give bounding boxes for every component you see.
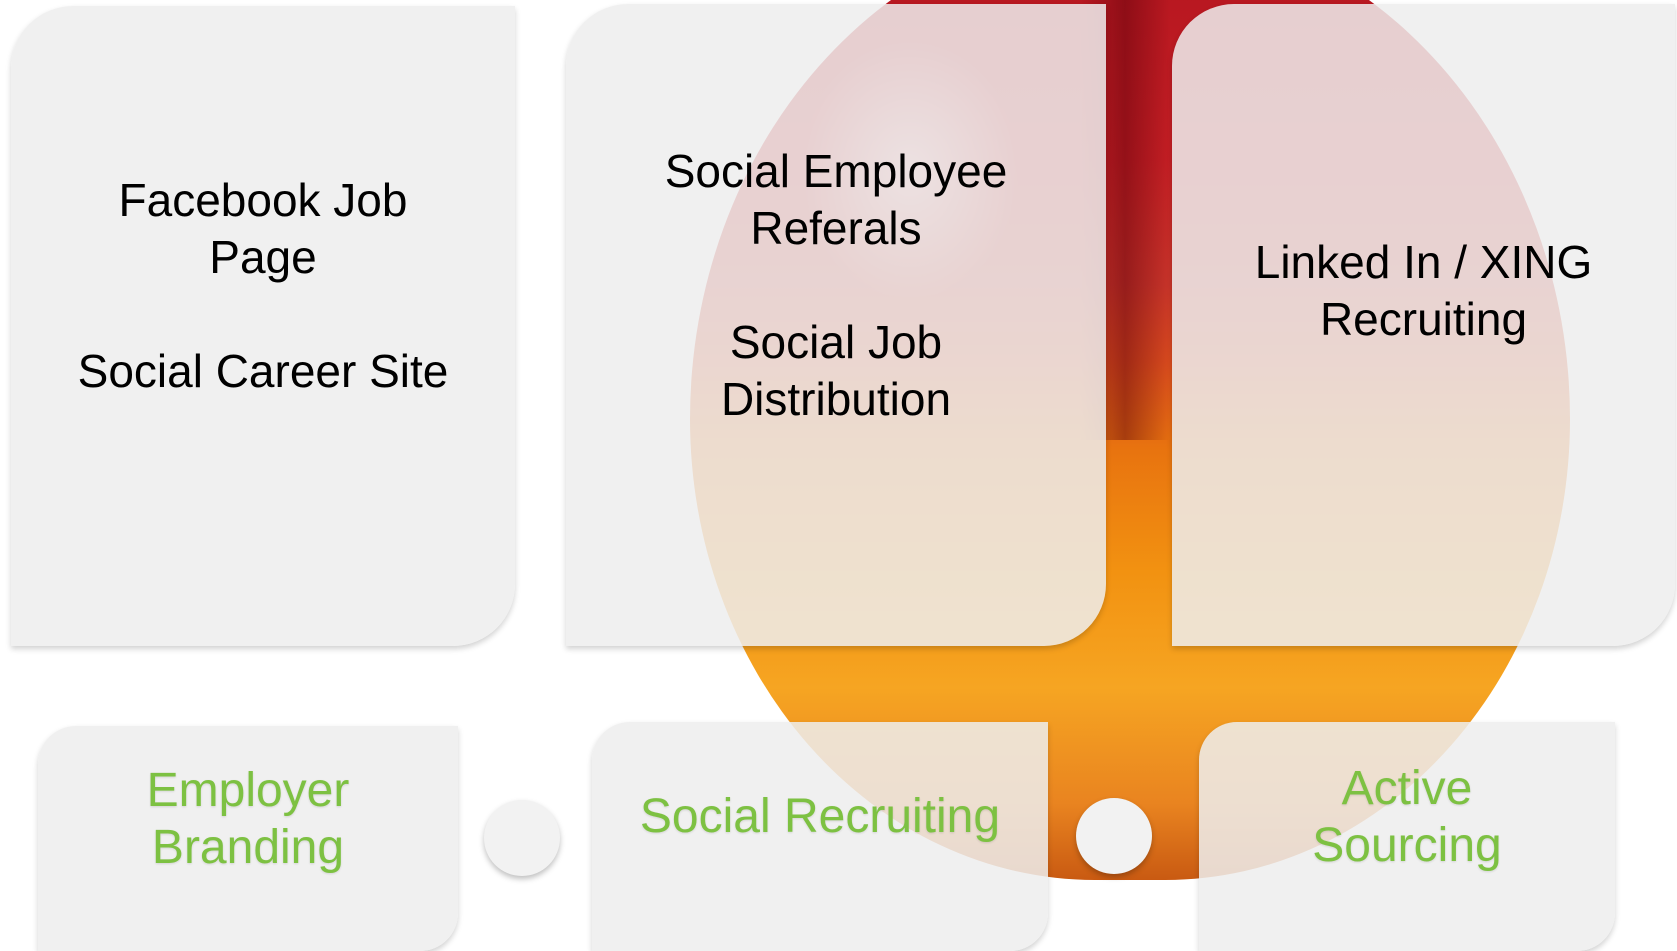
top-card-linkedin: Linked In / XING Recruiting (1172, 4, 1675, 646)
card-text-line: Linked In / XING (1254, 236, 1593, 288)
top-card-social-employee: Social Employee Referals Social Job Dist… (566, 4, 1106, 646)
card-text-line: Referals (750, 201, 922, 254)
card-text-line: Social Employee (664, 144, 1008, 197)
bottom-card-active-sourcing: Active Sourcing (1199, 722, 1615, 951)
card-label-line: Social Recruiting (639, 790, 1001, 843)
card-label-line: Branding (151, 820, 345, 874)
card-text-line: Page (209, 231, 317, 283)
card-text-line: Social Career Site (77, 345, 449, 397)
connector-dot (1076, 798, 1152, 874)
bottom-card-social-recruiting: Social Recruiting (592, 722, 1048, 951)
card-text-line: Recruiting (1319, 293, 1528, 345)
card-text-line: Social Job (729, 315, 943, 368)
card-text-line: Facebook Job (118, 174, 408, 226)
top-card-facebook: Facebook Job Page Social Career Site (11, 6, 515, 646)
bottom-card-employer-branding: Employer Branding (38, 726, 458, 951)
card-label-line: Active (1341, 761, 1473, 815)
card-label-line: Employer (146, 763, 350, 817)
card-text-line: Distribution (720, 372, 952, 425)
card-label-line: Sourcing (1312, 818, 1502, 872)
connector-dot (484, 800, 560, 876)
